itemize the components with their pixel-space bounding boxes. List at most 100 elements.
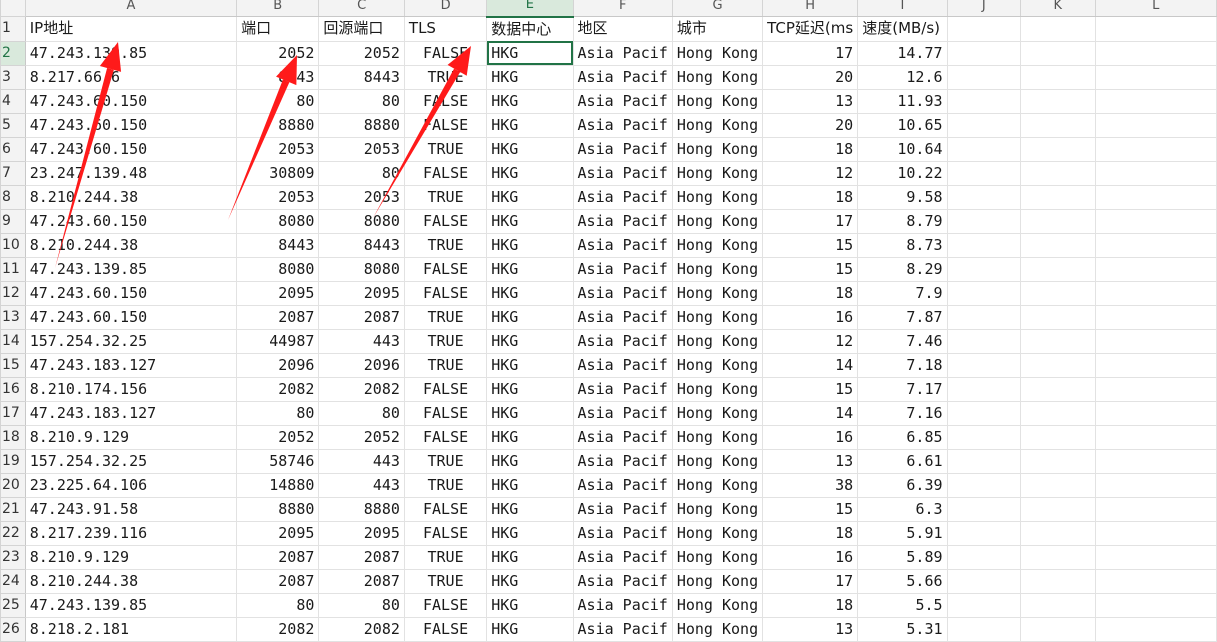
cell[interactable]: 2082 — [236, 376, 320, 402]
cell[interactable]: 58746 — [236, 448, 320, 474]
cell[interactable]: Asia Pacif — [572, 448, 673, 474]
cell[interactable]: 10.64 — [857, 136, 948, 162]
empty-cell[interactable] — [1020, 352, 1096, 378]
cell[interactable]: 8.218.2.181 — [24, 616, 238, 642]
empty-cell[interactable] — [946, 472, 1022, 498]
empty-cell[interactable] — [946, 208, 1022, 234]
cell[interactable]: Hong Kong — [671, 184, 764, 210]
cell[interactable]: 2087 — [318, 568, 405, 594]
row-number[interactable]: 7 — [0, 160, 26, 186]
cell[interactable]: Hong Kong — [671, 160, 764, 186]
cell[interactable]: 80 — [236, 592, 320, 618]
cell[interactable]: HKG — [486, 136, 574, 162]
cell[interactable]: 2053 — [236, 184, 320, 210]
cell[interactable]: 8443 — [236, 64, 320, 90]
cell[interactable]: HKG — [486, 160, 574, 186]
cell[interactable]: 8.210.9.129 — [24, 424, 238, 450]
cell[interactable]: 15 — [762, 232, 859, 258]
cell[interactable]: 18 — [762, 184, 859, 210]
cell[interactable]: HKG — [486, 352, 574, 378]
cell[interactable]: 80 — [318, 592, 405, 618]
cell[interactable]: 14880 — [236, 472, 320, 498]
cell[interactable]: Asia Pacif — [572, 40, 673, 66]
row-number[interactable]: 4 — [0, 88, 26, 114]
empty-cell[interactable] — [1020, 448, 1096, 474]
empty-cell[interactable] — [1094, 400, 1217, 426]
cell[interactable]: 8080 — [236, 208, 320, 234]
empty-cell[interactable] — [1094, 472, 1217, 498]
cell[interactable]: 8080 — [236, 256, 320, 282]
cell[interactable]: Hong Kong — [671, 496, 764, 522]
cell[interactable]: HKG — [486, 472, 574, 498]
row-number[interactable]: 24 — [0, 568, 26, 594]
empty-cell[interactable] — [1020, 592, 1096, 618]
empty-cell[interactable] — [1020, 616, 1096, 642]
row-number[interactable]: 8 — [0, 184, 26, 210]
cell[interactable]: 47.243.60.150 — [24, 88, 238, 114]
empty-cell[interactable] — [1020, 208, 1096, 234]
empty-cell[interactable] — [1020, 304, 1096, 330]
cell[interactable]: 47.243.183.127 — [24, 352, 238, 378]
header-cell[interactable]: IP地址 — [24, 16, 238, 42]
cell[interactable]: 6.85 — [857, 424, 948, 450]
cell[interactable]: 443 — [318, 448, 405, 474]
empty-cell[interactable] — [1020, 424, 1096, 450]
cell[interactable]: 443 — [318, 472, 405, 498]
empty-cell[interactable] — [946, 112, 1022, 138]
cell[interactable]: 20 — [762, 112, 859, 138]
cell[interactable]: 12 — [762, 160, 859, 186]
empty-cell[interactable] — [1094, 40, 1217, 66]
cell[interactable]: HKG — [486, 112, 574, 138]
header-cell[interactable]: 城市 — [671, 16, 764, 42]
cell[interactable]: 14.77 — [857, 40, 948, 66]
cell[interactable]: Hong Kong — [671, 568, 764, 594]
empty-cell[interactable] — [1094, 304, 1217, 330]
cell[interactable]: 23.225.64.106 — [24, 472, 238, 498]
cell[interactable]: 2087 — [236, 568, 320, 594]
empty-cell[interactable] — [1020, 256, 1096, 282]
cell[interactable]: HKG — [486, 64, 574, 90]
cell[interactable]: Hong Kong — [671, 352, 764, 378]
cell[interactable]: 80 — [318, 400, 405, 426]
cell[interactable]: 18 — [762, 592, 859, 618]
cell[interactable]: Hong Kong — [671, 592, 764, 618]
cell[interactable]: Asia Pacif — [572, 208, 673, 234]
cell[interactable]: 8880 — [318, 496, 405, 522]
cell[interactable]: 8.217.239.116 — [24, 520, 238, 546]
cell[interactable]: Asia Pacif — [572, 304, 673, 330]
cell[interactable]: Asia Pacif — [572, 88, 673, 114]
empty-cell[interactable] — [1094, 544, 1217, 570]
row-number[interactable]: 13 — [0, 304, 26, 330]
cell[interactable]: 80 — [318, 160, 405, 186]
cell[interactable]: 15 — [762, 376, 859, 402]
cell[interactable]: HKG — [486, 280, 574, 306]
cell[interactable]: FALSE — [403, 424, 488, 450]
cell[interactable]: 7.87 — [857, 304, 948, 330]
cell[interactable]: HKG — [486, 568, 574, 594]
cell[interactable]: 8443 — [318, 64, 405, 90]
header-cell[interactable]: 数据中心 — [486, 16, 574, 42]
cell[interactable]: 2096 — [236, 352, 320, 378]
cell[interactable]: Hong Kong — [671, 304, 764, 330]
empty-cell[interactable] — [1094, 232, 1217, 258]
cell[interactable]: 6.39 — [857, 472, 948, 498]
cell[interactable]: 12.6 — [857, 64, 948, 90]
row-number[interactable]: 18 — [0, 424, 26, 450]
cell[interactable]: TRUE — [403, 136, 488, 162]
header-cell[interactable]: 回源端口 — [318, 16, 405, 42]
cell[interactable]: FALSE — [403, 160, 488, 186]
cell[interactable]: Asia Pacif — [572, 136, 673, 162]
cell[interactable]: 8880 — [318, 112, 405, 138]
cell[interactable]: FALSE — [403, 280, 488, 306]
cell[interactable]: TRUE — [403, 448, 488, 474]
empty-cell[interactable] — [1094, 208, 1217, 234]
row-number[interactable]: 15 — [0, 352, 26, 378]
row-number[interactable]: 11 — [0, 256, 26, 282]
empty-cell[interactable] — [1020, 520, 1096, 546]
column-header-l[interactable]: L — [1094, 0, 1217, 17]
cell[interactable]: 8.210.244.38 — [24, 568, 238, 594]
cell[interactable]: FALSE — [403, 88, 488, 114]
cell[interactable]: 13 — [762, 448, 859, 474]
cell[interactable]: 13 — [762, 88, 859, 114]
cell[interactable]: 10.65 — [857, 112, 948, 138]
